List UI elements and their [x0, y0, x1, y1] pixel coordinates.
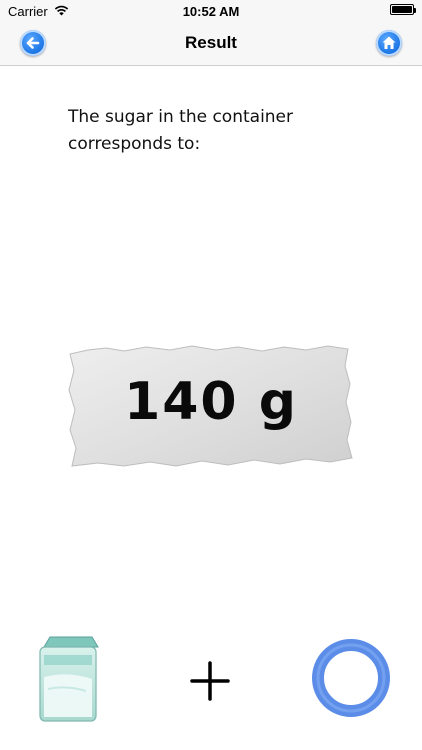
sugar-amount: 140 g [124, 372, 298, 432]
home-icon [382, 36, 396, 49]
result-message: The sugar in the container corresponds t… [68, 107, 294, 154]
page-title: Result [185, 33, 237, 52]
status-bar: Carrier 10:52 AM [0, 0, 422, 22]
status-right [390, 4, 416, 15]
result-paper: 140 g [66, 344, 356, 470]
plus-icon[interactable] [188, 659, 232, 703]
navigation-bar: Result [0, 22, 422, 66]
bottom-toolbar [0, 625, 422, 730]
battery-level-fill [392, 6, 412, 13]
battery-icon [390, 4, 416, 15]
sugar-bag-icon[interactable] [36, 633, 100, 725]
ring-icon[interactable] [310, 637, 392, 719]
status-time: 10:52 AM [182, 4, 240, 19]
home-button[interactable] [376, 30, 402, 56]
